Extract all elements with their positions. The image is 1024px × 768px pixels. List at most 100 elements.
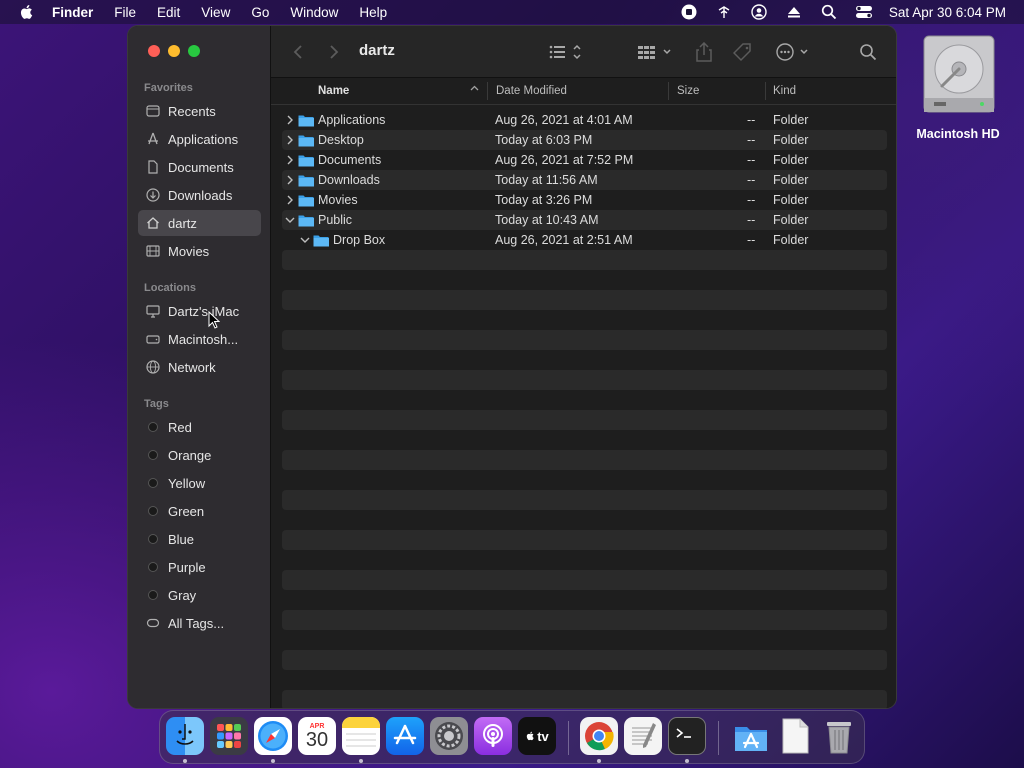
sidebar-item-dartz-imac[interactable]: Dartz's iMac bbox=[138, 298, 261, 324]
disclosure-collapsed-icon[interactable] bbox=[285, 134, 295, 146]
terminal-icon[interactable] bbox=[668, 717, 706, 755]
menu-file[interactable]: File bbox=[114, 5, 136, 20]
toolbar: dartz bbox=[271, 26, 896, 78]
macintosh-hd-desktop-icon[interactable] bbox=[920, 34, 998, 114]
calendar-icon[interactable]: APR 30 bbox=[298, 717, 336, 755]
sidebar-tag-yellow[interactable]: Yellow bbox=[138, 470, 261, 496]
share-icon[interactable] bbox=[695, 42, 713, 62]
disclosure-collapsed-icon[interactable] bbox=[285, 154, 295, 166]
menu-clock[interactable]: Sat Apr 30 6:04 PM bbox=[889, 5, 1006, 20]
empty-row bbox=[282, 570, 887, 590]
close-window-button[interactable] bbox=[148, 45, 160, 57]
sidebar-tag-gray[interactable]: Gray bbox=[138, 582, 261, 608]
menu-edit[interactable]: Edit bbox=[157, 5, 180, 20]
menu-app-name[interactable]: Finder bbox=[52, 5, 93, 20]
folder-icon bbox=[313, 235, 329, 247]
column-date-header[interactable]: Date Modified bbox=[496, 85, 567, 97]
menu-go[interactable]: Go bbox=[251, 5, 269, 20]
document-icon bbox=[145, 159, 161, 175]
app-store-icon[interactable] bbox=[386, 717, 424, 755]
column-divider[interactable] bbox=[487, 82, 488, 100]
calendar-day: 30 bbox=[305, 729, 329, 751]
sidebar-tag-green[interactable]: Green bbox=[138, 498, 261, 524]
screen-recording-icon[interactable] bbox=[680, 3, 698, 21]
sidebar-tag-purple[interactable]: Purple bbox=[138, 554, 261, 580]
sidebar-item-network[interactable]: Network bbox=[138, 354, 261, 380]
imac-icon bbox=[145, 303, 161, 319]
sidebar-item-label: Documents bbox=[168, 159, 234, 175]
disclosure-expanded-icon[interactable] bbox=[300, 234, 310, 246]
control-center-icon[interactable] bbox=[855, 3, 873, 21]
sidebar-item-dartz[interactable]: dartz bbox=[138, 210, 261, 236]
table-row[interactable]: Desktop Today at 6:03 PM -- Folder bbox=[282, 130, 887, 150]
column-kind-header[interactable]: Kind bbox=[773, 85, 796, 97]
menu-view[interactable]: View bbox=[201, 5, 230, 20]
menu-extras: Sat Apr 30 6:04 PM bbox=[663, 3, 1006, 21]
system-preferences-icon[interactable] bbox=[430, 717, 468, 755]
film-icon bbox=[145, 243, 161, 259]
menu-window[interactable]: Window bbox=[290, 5, 338, 20]
table-row[interactable]: Documents Aug 26, 2021 at 7:52 PM -- Fol… bbox=[282, 150, 887, 170]
sidebar-item-macintosh-hd[interactable]: Macintosh... bbox=[138, 326, 261, 352]
apple-tv-label: tv bbox=[537, 728, 549, 744]
disclosure-collapsed-icon[interactable] bbox=[285, 114, 295, 126]
empty-row bbox=[282, 650, 887, 670]
menu-help[interactable]: Help bbox=[359, 5, 387, 20]
network-status-icon[interactable] bbox=[715, 3, 733, 21]
sidebar-item-applications[interactable]: Applications bbox=[138, 126, 261, 152]
zoom-window-button[interactable] bbox=[188, 45, 200, 57]
launchpad-icon[interactable] bbox=[210, 717, 248, 755]
list-view-button[interactable] bbox=[548, 42, 584, 62]
table-row[interactable]: Downloads Today at 11:56 AM -- Folder bbox=[282, 170, 887, 190]
spotlight-search-icon[interactable] bbox=[820, 3, 838, 21]
table-row[interactable]: Public Today at 10:43 AM -- Folder bbox=[282, 210, 887, 230]
safari-icon[interactable] bbox=[254, 717, 292, 755]
row-kind: Folder bbox=[773, 233, 809, 247]
sidebar-item-downloads[interactable]: Downloads bbox=[138, 182, 261, 208]
dock: APR 30 tv bbox=[159, 710, 865, 764]
chrome-icon[interactable] bbox=[580, 717, 618, 755]
tag-dot-icon bbox=[148, 590, 158, 600]
apple-menu-icon[interactable] bbox=[18, 3, 36, 21]
row-date: Aug 26, 2021 at 7:52 PM bbox=[495, 153, 634, 167]
sidebar-tag-orange[interactable]: Orange bbox=[138, 442, 261, 468]
sidebar-item-documents[interactable]: Documents bbox=[138, 154, 261, 180]
action-menu-button[interactable] bbox=[775, 42, 811, 62]
sidebar-tag-red[interactable]: Red bbox=[138, 414, 261, 440]
row-kind: Folder bbox=[773, 213, 809, 227]
table-row[interactable]: Movies Today at 3:26 PM -- Folder bbox=[282, 190, 887, 210]
search-icon[interactable] bbox=[859, 42, 877, 62]
row-date: Today at 3:26 PM bbox=[495, 193, 593, 207]
row-name: Drop Box bbox=[333, 233, 386, 247]
file-icon[interactable] bbox=[776, 717, 814, 755]
disclosure-collapsed-icon[interactable] bbox=[285, 194, 295, 206]
sidebar-item-movies[interactable]: Movies bbox=[138, 238, 261, 264]
table-row[interactable]: Applications Aug 26, 2021 at 4:01 AM -- … bbox=[282, 110, 887, 130]
tag-icon[interactable] bbox=[733, 42, 753, 62]
forward-button[interactable] bbox=[327, 42, 341, 62]
sort-ascending-icon[interactable] bbox=[470, 84, 479, 96]
finder-icon[interactable] bbox=[166, 717, 204, 755]
podcasts-icon[interactable] bbox=[474, 717, 512, 755]
eject-icon[interactable] bbox=[785, 3, 803, 21]
apple-tv-icon[interactable]: tv bbox=[518, 717, 556, 755]
disclosure-collapsed-icon[interactable] bbox=[285, 174, 295, 186]
notes-icon[interactable] bbox=[342, 717, 380, 755]
minimize-window-button[interactable] bbox=[168, 45, 180, 57]
table-row[interactable]: Drop Box Aug 26, 2021 at 2:51 AM -- Fold… bbox=[282, 230, 887, 250]
sidebar-item-recents[interactable]: Recents bbox=[138, 98, 261, 124]
app-store-folder-icon[interactable] bbox=[732, 717, 770, 755]
group-by-button[interactable] bbox=[637, 42, 675, 62]
column-divider[interactable] bbox=[765, 82, 766, 100]
back-button[interactable] bbox=[291, 42, 305, 62]
sidebar-all-tags[interactable]: All Tags... bbox=[138, 610, 261, 636]
user-account-icon[interactable] bbox=[750, 3, 768, 21]
trash-icon[interactable] bbox=[820, 717, 858, 755]
column-name-header[interactable]: Name bbox=[318, 85, 349, 97]
disclosure-expanded-icon[interactable] bbox=[285, 214, 295, 226]
textedit-icon[interactable] bbox=[624, 717, 662, 755]
row-kind: Folder bbox=[773, 193, 809, 207]
column-size-header[interactable]: Size bbox=[677, 85, 699, 97]
column-divider[interactable] bbox=[668, 82, 669, 100]
sidebar-tag-blue[interactable]: Blue bbox=[138, 526, 261, 552]
